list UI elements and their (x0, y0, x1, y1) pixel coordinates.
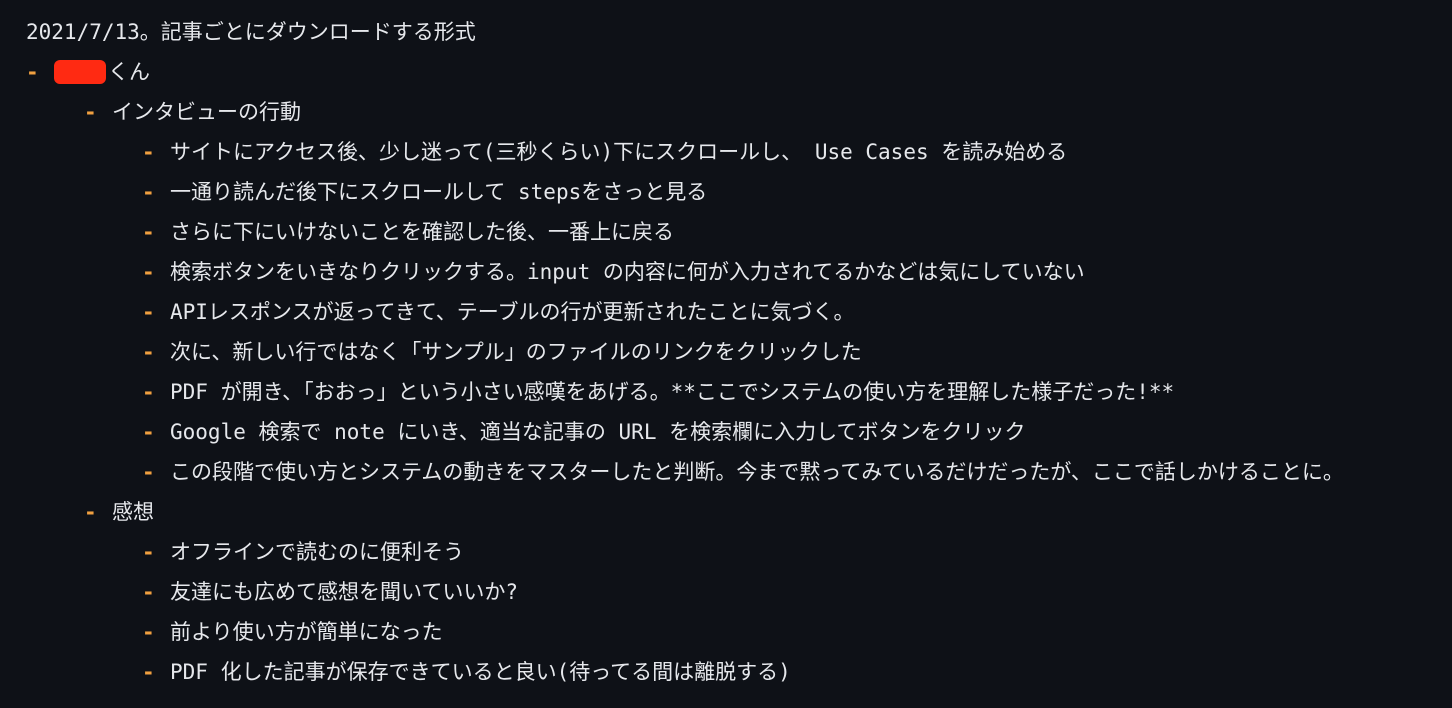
bullet-marker: - (142, 660, 155, 684)
bullet-marker: - (142, 140, 155, 164)
list-item-text: APIレスポンスが返ってきて、テーブルの行が更新されたことに気づく。 (170, 300, 855, 324)
list-item: - さらに下にいけないことを確認した後、一番上に戻る (0, 212, 1452, 252)
list-item: - 前より使い方が簡単になった (0, 612, 1452, 652)
bullet-marker: - (84, 100, 97, 124)
list-item: - Google 検索で note にいき、適当な記事の URL を検索欄に入力し… (0, 412, 1452, 452)
list-item: - 一通り読んだ後下にスクロールして stepsをさっと見る (0, 172, 1452, 212)
bullet-marker: - (142, 620, 155, 644)
list-item-text: オフラインで読むのに便利そう (170, 540, 464, 564)
bullet-marker: - (142, 260, 155, 284)
list-item-text: 友達にも広めて感想を聞いていいか? (170, 580, 519, 604)
list-item-text: サイトにアクセス後、少し迷って(三秒くらい)下にスクロールし、 Use Case… (170, 140, 1068, 164)
list-item-text: PDF が開き、「おおっ」という小さい感嘆をあげる。**ここでシステムの使い方を… (170, 380, 1175, 404)
list-item: - 次に、新しい行ではなく「サンプル」のファイルのリンクをクリックした (0, 332, 1452, 372)
list-item-text: 一通り読んだ後下にスクロールして stepsをさっと見る (170, 180, 708, 204)
bullet-marker: - (142, 220, 155, 244)
section-heading-behavior: - インタビューの行動 (0, 92, 1452, 132)
list-item: - PDF が開き、「おおっ」という小さい感嘆をあげる。**ここでシステムの使い方… (0, 372, 1452, 412)
list-item-text: 前より使い方が簡単になった (170, 620, 443, 644)
list-item-text: PDF 化した記事が保存できていると良い(待ってる間は離脱する) (170, 660, 791, 684)
person-suffix: くん (108, 60, 150, 84)
bullet-marker: - (142, 420, 155, 444)
bullet-marker: - (142, 380, 155, 404)
section-heading-label: インタビューの行動 (112, 100, 301, 124)
markdown-editor[interactable]: 2021/7/13。記事ごとにダウンロードする形式 - くん - インタビューの行動… (0, 0, 1452, 708)
section-heading-label: 感想 (112, 500, 154, 524)
bullet-marker: - (142, 180, 155, 204)
note-title: 2021/7/13。記事ごとにダウンロードする形式 (26, 20, 476, 44)
list-item: - PDF 化した記事が保存できていると良い(待ってる間は離脱する) (0, 652, 1452, 692)
list-item-text: 検索ボタンをいきなりクリックする。input の内容に何が入力されてるかなどは気… (170, 260, 1085, 284)
person-list-item: - くん (0, 52, 1452, 92)
list-item-text: さらに下にいけないことを確認した後、一番上に戻る (170, 220, 674, 244)
bullet-marker: - (142, 460, 155, 484)
list-item-text: 次に、新しい行ではなく「サンプル」のファイルのリンクをクリックした (170, 340, 862, 364)
bullet-marker: - (142, 300, 155, 324)
section-heading-impressions: - 感想 (0, 492, 1452, 532)
list-item: - APIレスポンスが返ってきて、テーブルの行が更新されたことに気づく。 (0, 292, 1452, 332)
list-item: - サイトにアクセス後、少し迷って(三秒くらい)下にスクロールし、 Use Cas… (0, 132, 1452, 172)
redacted-name (54, 60, 106, 84)
bullet-marker: - (26, 60, 39, 84)
bullet-marker: - (142, 540, 155, 564)
list-item: - オフラインで読むのに便利そう (0, 532, 1452, 572)
list-item-text: この段階で使い方とシステムの動きをマスターしたと判断。今まで黙ってみているだけだ… (170, 460, 1344, 484)
bullet-marker: - (142, 580, 155, 604)
list-item-text: Google 検索で note にいき、適当な記事の URL を検索欄に入力して… (170, 420, 1026, 444)
bullet-marker: - (84, 500, 97, 524)
list-item: - この段階で使い方とシステムの動きをマスターしたと判断。今まで黙ってみているだけ… (0, 452, 1452, 492)
list-item: - 友達にも広めて感想を聞いていいか? (0, 572, 1452, 612)
list-item: - 検索ボタンをいきなりクリックする。input の内容に何が入力されてるかなどは… (0, 252, 1452, 292)
bullet-marker: - (142, 340, 155, 364)
